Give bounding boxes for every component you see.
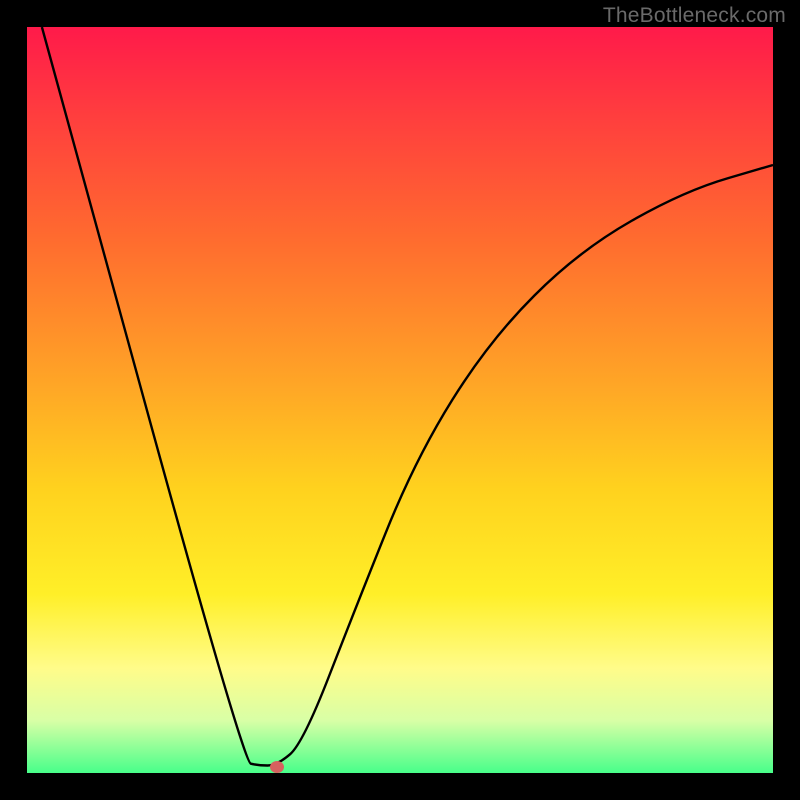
watermark-text: TheBottleneck.com	[603, 4, 786, 28]
min-marker	[270, 761, 284, 773]
chart-frame: TheBottleneck.com	[0, 0, 800, 800]
curve-layer	[27, 27, 773, 773]
bottleneck-curve-path	[42, 27, 773, 766]
